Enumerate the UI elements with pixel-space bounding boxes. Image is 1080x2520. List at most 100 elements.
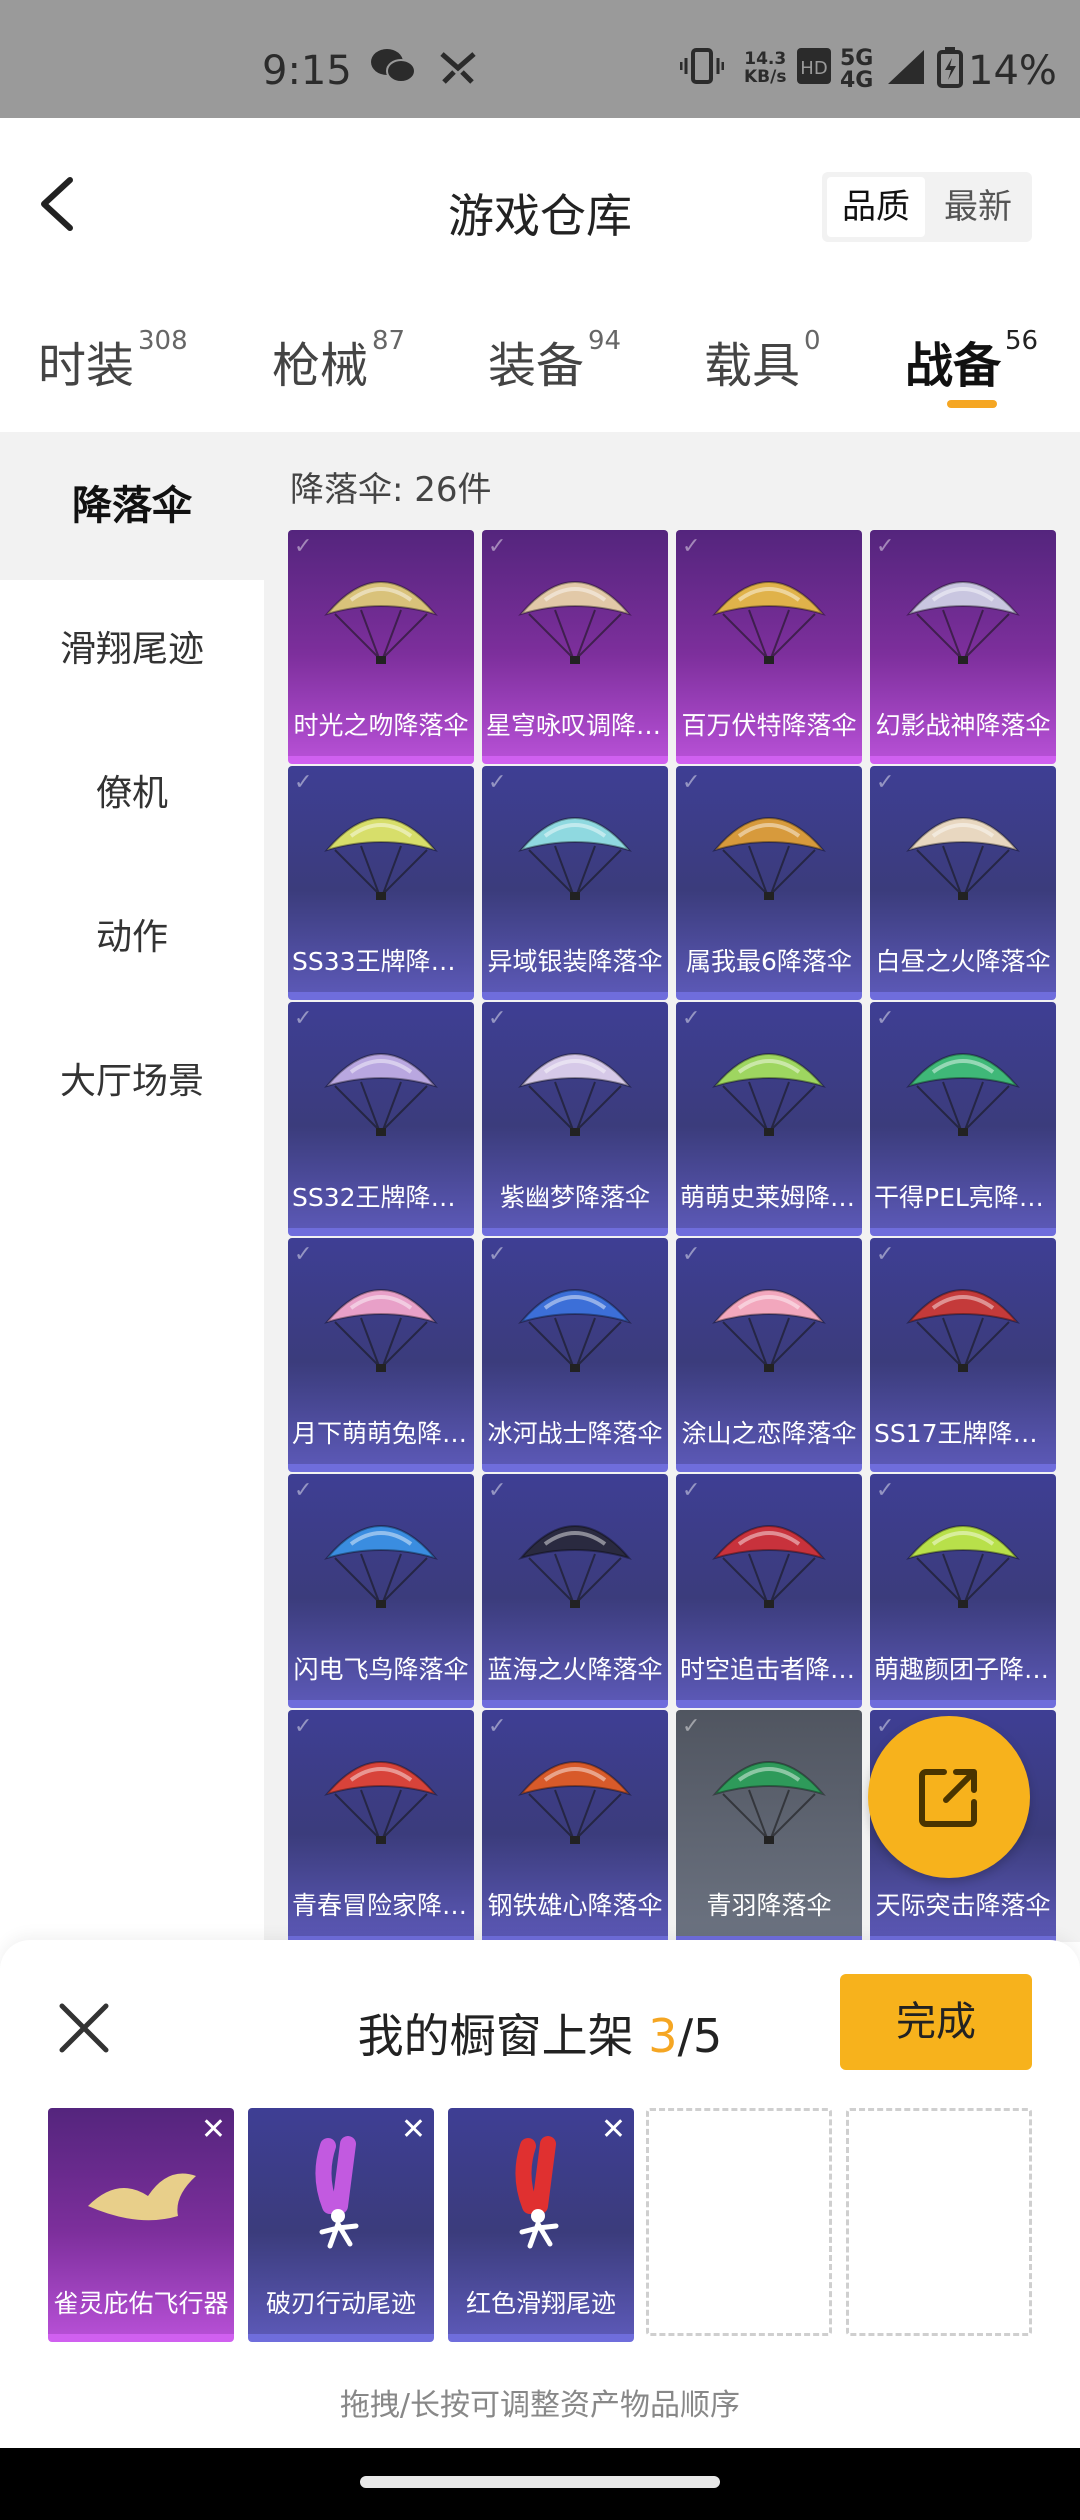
sidebar-item-wingman[interactable]: 僚机 [0,754,264,834]
item-name: 百万伏特降落伞 [681,711,857,740]
parachute-icon [515,1502,635,1614]
parachute-icon [321,1502,441,1614]
wechat-icon [370,46,416,95]
parachute-card[interactable]: ✓ SS33王牌降落伞 [288,766,474,1000]
clock: 9:15 [262,48,352,94]
parachute-icon [321,558,441,670]
empty-showcase-slot[interactable] [646,2108,832,2336]
parachute-card[interactable]: ✓ 青羽降落伞 [676,1710,862,1944]
sidebar-item-glide-trail[interactable]: 滑翔尾迹 [0,610,264,690]
check-icon: ✓ [294,1242,313,1267]
parachute-icon [709,558,829,670]
item-name: 涂山之恋降落伞 [681,1419,857,1448]
item-name: 月下萌萌兔降落伞 [292,1419,470,1448]
parachute-icon [515,1266,635,1378]
check-icon: ✓ [488,1006,507,1031]
check-icon: ✓ [488,534,507,559]
item-name: 干得PEL亮降落伞 [874,1183,1052,1212]
tab-count: 308 [138,326,188,356]
check-icon: ✓ [682,1006,701,1031]
slot-item-name: 雀灵庇佑飞行器 [53,2289,229,2318]
showcase-sheet: 我的橱窗上架 3/5 完成 ✕ 雀灵庇佑飞行器 ✕ 破刃行动尾迹 ✕ 红色滑翔尾迹 拖拽/… [0,1940,1080,2448]
slot-item-name: 破刃行动尾迹 [265,2289,416,2318]
remove-icon[interactable]: ✕ [201,2112,226,2147]
tab-label: 时装 [38,338,135,394]
tab-count: 94 [588,326,622,356]
sort-by-quality[interactable]: 品质 [827,177,925,237]
net-speed: 14.3 KB/s [744,49,787,87]
parachute-card[interactable]: ✓ 异域银装降落伞 [482,766,668,1000]
grid-title: 降落伞: 26件 [290,470,492,510]
item-name: SS33王牌降落伞 [292,947,470,976]
check-icon: ✓ [876,1714,895,1739]
check-icon: ✓ [294,770,313,795]
parachute-card[interactable]: ✓ 百万伏特降落伞 [676,530,862,764]
parachute-card[interactable]: ✓ SS32王牌降落伞 [288,1002,474,1236]
tab-vehicles[interactable]: 载具 0 [704,326,821,396]
signal-icon [884,46,928,95]
home-gesture-bar[interactable] [360,2476,720,2488]
parachute-card[interactable]: ✓ 白昼之火降落伞 [870,766,1056,1000]
remove-icon[interactable]: ✕ [401,2112,426,2147]
remove-icon[interactable]: ✕ [601,2112,626,2147]
tab-fashion[interactable]: 时装 308 [38,326,188,396]
done-button[interactable]: 完成 [840,1974,1032,2070]
parachute-card[interactable]: ✓ 月下萌萌兔降落伞 [288,1238,474,1472]
tab-count: 0 [804,326,821,356]
sidebar-item-lobby-scene[interactable]: 大厅场景 [0,1042,264,1122]
parachute-icon [321,1030,441,1142]
item-name: 闪电飞鸟降落伞 [293,1655,469,1684]
check-icon: ✓ [876,534,895,559]
parachute-card[interactable]: ✓ 萌趣颜团子降落伞 [870,1474,1056,1708]
parachute-card[interactable]: ✓ 闪电飞鸟降落伞 [288,1474,474,1708]
item-name: 时空追击者降落伞 [680,1655,858,1684]
parachute-icon [321,1266,441,1378]
system-nav-bar [0,2448,1080,2520]
item-name: 时光之吻降落伞 [293,711,469,740]
parachute-card[interactable]: ✓ 时光之吻降落伞 [288,530,474,764]
parachute-card[interactable]: ✓ 幻影战神降落伞 [870,530,1056,764]
parachute-icon [709,1030,829,1142]
parachute-icon [709,794,829,906]
check-icon: ✓ [682,534,701,559]
parachute-card[interactable]: ✓ 属我最6降落伞 [676,766,862,1000]
item-name: 蓝海之火降落伞 [487,1655,663,1684]
parachute-icon [515,558,635,670]
parachute-card[interactable]: ✓ 时空追击者降落伞 [676,1474,862,1708]
parachute-card[interactable]: ✓ 紫幽梦降落伞 [482,1002,668,1236]
check-icon: ✓ [294,1478,313,1503]
parachute-card[interactable]: ✓ 冰河战士降落伞 [482,1238,668,1472]
parachute-card[interactable]: ✓ 干得PEL亮降落伞 [870,1002,1056,1236]
parachute-card[interactable]: ✓ 青春冒险家降落伞 [288,1710,474,1944]
parachute-card[interactable]: ✓ 涂山之恋降落伞 [676,1238,862,1472]
tab-supplies[interactable]: 战备 56 [905,326,1038,396]
sidebar-item-parachute[interactable]: 降落伞 [0,432,264,580]
showcase-slot[interactable]: ✕ 破刃行动尾迹 [248,2108,434,2342]
item-name: 冰河战士降落伞 [487,1419,663,1448]
parachute-card[interactable]: ✓ 星穹咏叹调降落伞 [482,530,668,764]
sort-by-newest[interactable]: 最新 [929,177,1027,237]
parachute-icon [903,558,1023,670]
parachute-card[interactable]: ✓ 萌萌史莱姆降落伞 [676,1002,862,1236]
tab-weapons[interactable]: 枪械 87 [272,326,405,396]
parachute-card[interactable]: ✓ 钢铁雄心降落伞 [482,1710,668,1944]
parachute-card[interactable]: ✓ SS17王牌降落伞 [870,1238,1056,1472]
battery-percent: 14% [968,48,1057,94]
app-header: 游戏仓库 品质 最新 [0,118,1080,288]
showcase-slot[interactable]: ✕ 红色滑翔尾迹 [448,2108,634,2342]
tab-label: 载具 [704,338,801,394]
check-icon: ✓ [876,1478,895,1503]
empty-showcase-slot[interactable] [846,2108,1032,2336]
showcase-slot[interactable]: ✕ 雀灵庇佑飞行器 [48,2108,234,2342]
item-name: 萌趣颜团子降落伞 [874,1655,1052,1684]
battery-icon [936,46,964,97]
tab-label: 装备 [488,338,585,394]
item-name: 萌萌史莱姆降落伞 [680,1183,858,1212]
share-button[interactable] [868,1716,1030,1878]
sidebar-item-emote[interactable]: 动作 [0,898,264,978]
item-name: 星穹咏叹调降落伞 [486,711,664,740]
item-name: 天际突击降落伞 [875,1891,1051,1920]
parachute-card[interactable]: ✓ 蓝海之火降落伞 [482,1474,668,1708]
parachute-icon [515,794,635,906]
tab-equipment[interactable]: 装备 94 [488,326,621,396]
